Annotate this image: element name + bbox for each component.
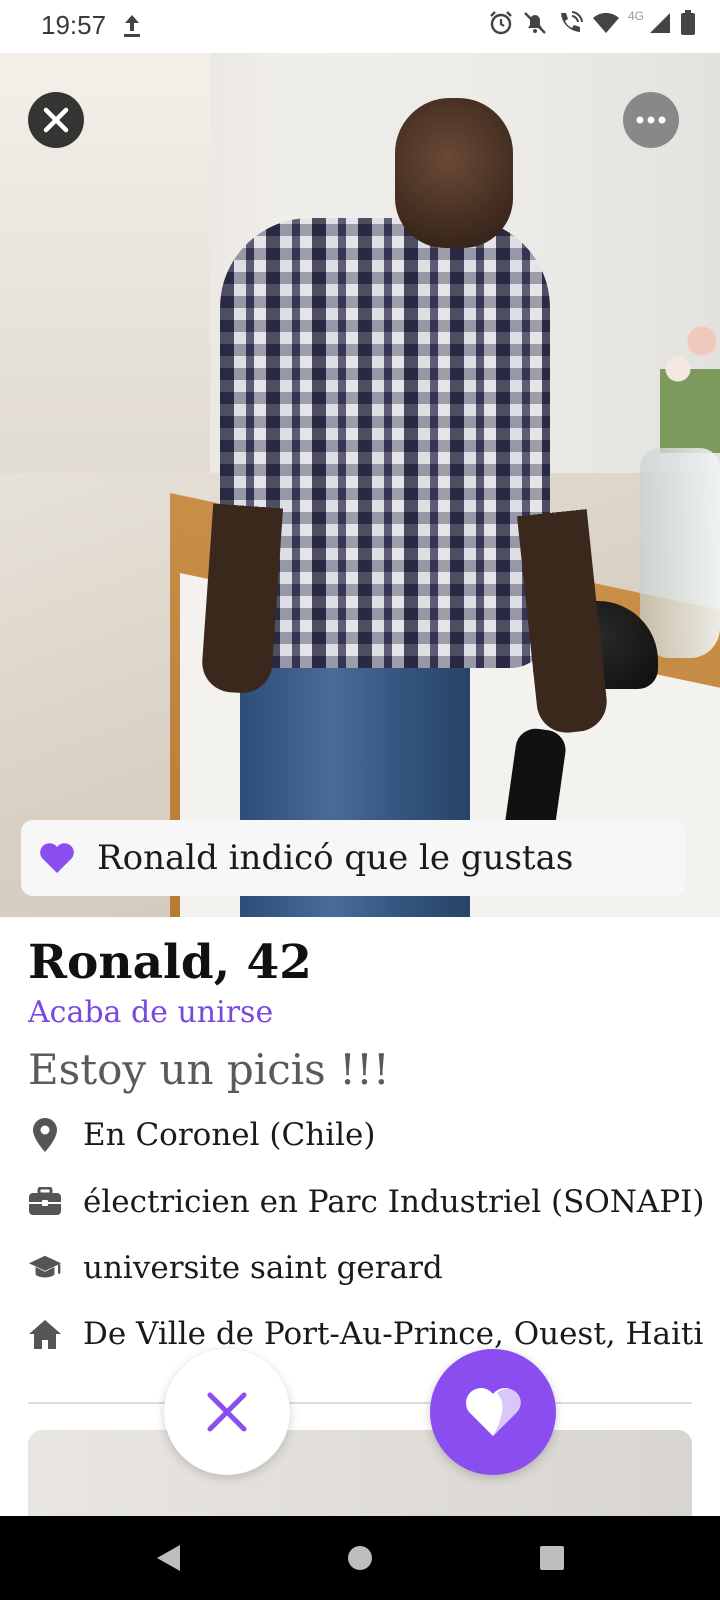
recents-square-icon xyxy=(540,1546,564,1570)
close-icon xyxy=(207,1392,247,1432)
detail-job-text: électricien en Parc Industriel (SONAPI) xyxy=(83,1184,705,1220)
profile-bio: Estoy un picis !!! xyxy=(28,1045,390,1094)
location-pin-icon xyxy=(28,1115,62,1155)
recents-button[interactable] xyxy=(524,1516,580,1600)
more-options-button[interactable] xyxy=(623,92,679,148)
graduation-cap-icon xyxy=(28,1248,62,1288)
network-type: 4G xyxy=(627,9,644,23)
upload-icon xyxy=(122,12,142,43)
close-button[interactable] xyxy=(28,92,84,148)
detail-education-text: universite saint gerard xyxy=(83,1250,443,1286)
detail-location-text: En Coronel (Chile) xyxy=(83,1117,376,1153)
photo-person-head xyxy=(395,98,513,248)
briefcase-icon xyxy=(28,1182,62,1222)
home-button[interactable] xyxy=(332,1516,388,1600)
like-button[interactable] xyxy=(430,1349,556,1475)
profile-photo[interactable] xyxy=(0,53,720,917)
status-icons: 4G xyxy=(488,9,696,36)
status-time: 19:57 xyxy=(41,10,107,40)
liked-you-banner: Ronald indicó que le gustas xyxy=(21,820,685,896)
detail-hometown-text: De Ville de Port-Au-Prince, Ouest, Haiti xyxy=(83,1316,704,1352)
profile-status: Acaba de unirse xyxy=(28,995,274,1030)
detail-education: universite saint gerard xyxy=(28,1246,443,1290)
back-button[interactable] xyxy=(140,1516,196,1600)
system-navigation-bar xyxy=(0,1516,720,1600)
detail-job: électricien en Parc Industriel (SONAPI) xyxy=(28,1180,704,1224)
back-triangle-icon xyxy=(157,1545,180,1571)
photo-vase xyxy=(640,448,720,658)
pass-button[interactable] xyxy=(164,1349,290,1475)
home-circle-icon xyxy=(348,1546,372,1570)
status-bar: 19:57 4G xyxy=(0,0,720,53)
home-icon xyxy=(28,1314,62,1354)
notifications-off-icon xyxy=(522,10,548,36)
profile-name-age: Ronald, 42 xyxy=(28,935,312,990)
liked-you-text: Ronald indicó que le gustas xyxy=(97,838,574,878)
battery-icon xyxy=(680,10,696,36)
wifi-call-icon xyxy=(556,10,584,36)
close-icon xyxy=(43,107,69,133)
alarm-icon xyxy=(488,10,514,36)
detail-hometown: De Ville de Port-Au-Prince, Ouest, Haiti xyxy=(28,1312,703,1356)
signal-icon xyxy=(648,11,672,35)
next-photo-card[interactable] xyxy=(28,1430,692,1520)
section-divider xyxy=(28,1402,692,1404)
heart-icon xyxy=(39,842,79,874)
heart-icon xyxy=(466,1388,521,1436)
photo-flowers xyxy=(660,313,720,453)
more-dots-icon xyxy=(636,116,666,124)
detail-location: En Coronel (Chile) xyxy=(28,1113,375,1157)
wifi-icon xyxy=(592,11,620,35)
